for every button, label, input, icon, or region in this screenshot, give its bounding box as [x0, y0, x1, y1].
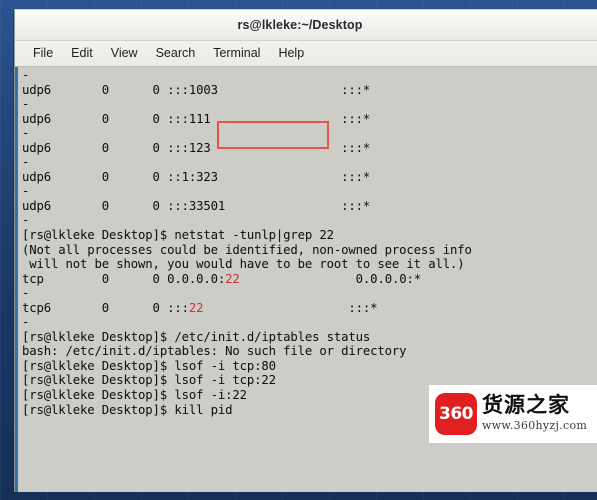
window-title: rs@lkleke:~/Desktop [237, 18, 363, 32]
terminal-line: - [22, 184, 30, 199]
terminal-line: - [22, 155, 30, 170]
menu-item-view[interactable]: View [102, 44, 147, 63]
terminal-line: - [22, 97, 30, 112]
terminal-text: 0.0.0.0:* [239, 271, 421, 286]
terminal-text: tcp 0 0 0.0.0.0: [22, 271, 226, 286]
menu-item-file[interactable]: File [24, 44, 62, 63]
terminal-line: udp6 0 0 :::123 :::* [22, 140, 371, 155]
terminal-line: [rs@lkleke Desktop]$ lsof -i tcp:80 [22, 358, 276, 373]
terminal-line: bash: /etc/init.d/iptables: No such file… [22, 344, 407, 359]
terminal-line: udp6 0 0 :::33501 :::* [22, 198, 371, 213]
window-title-bar[interactable]: rs@lkleke:~/Desktop [15, 10, 597, 41]
terminal-line: will not be shown, you would have to be … [22, 257, 465, 272]
menu-bar: File Edit View Search Terminal Help [15, 41, 597, 67]
grep-match: 22 [225, 271, 240, 286]
watermark-overlay: 360 货源之家 www.360hyzj.com [429, 385, 597, 443]
menu-item-edit[interactable]: Edit [62, 44, 102, 63]
terminal-line: [rs@lkleke Desktop]$ /etc/init.d/iptable… [22, 329, 371, 344]
terminal-lines: - udp6 0 0 :::1003 :::* - udp6 0 0 :::111 :… [22, 68, 597, 417]
terminal-window: rs@lkleke:~/Desktop File Edit View Searc… [14, 9, 597, 492]
terminal-line: - [22, 213, 30, 228]
watermark-badge: 360 [435, 393, 477, 435]
terminal-line: udp6 0 0 :::1003 :::* [22, 82, 371, 97]
terminal-text: tcp6 0 0 ::: [22, 300, 189, 315]
terminal-line: udp6 0 0 ::1:323 :::* [22, 169, 371, 184]
menu-item-search[interactable]: Search [147, 44, 205, 63]
menu-item-help[interactable]: Help [269, 44, 313, 63]
terminal-line: - [22, 126, 30, 141]
terminal-output-area[interactable]: - udp6 0 0 :::1003 :::* - udp6 0 0 :::111 :… [15, 67, 597, 492]
watermark-text-group: 货源之家 www.360hyzj.com [482, 393, 593, 433]
menu-item-terminal[interactable]: Terminal [204, 44, 269, 63]
terminal-line: [rs@lkleke Desktop]$ netstat -tunlp|grep… [22, 228, 334, 243]
terminal-line: - [22, 68, 30, 82]
terminal-line: (Not all processes could be identified, … [22, 242, 472, 257]
terminal-line: - [22, 315, 30, 330]
terminal-line: tcp 0 0 0.0.0.0:22 0.0.0.0:* [22, 272, 597, 287]
watermark-url: www.360hyzj.com [482, 419, 588, 433]
watermark-brand: 货源之家 [482, 393, 570, 418]
terminal-line: - [22, 286, 30, 301]
terminal-line: tcp6 0 0 :::22 :::* [22, 301, 597, 316]
terminal-text: :::* [203, 300, 378, 315]
terminal-line: udp6 0 0 :::111 :::* [22, 111, 371, 126]
grep-match: 22 [188, 300, 204, 315]
